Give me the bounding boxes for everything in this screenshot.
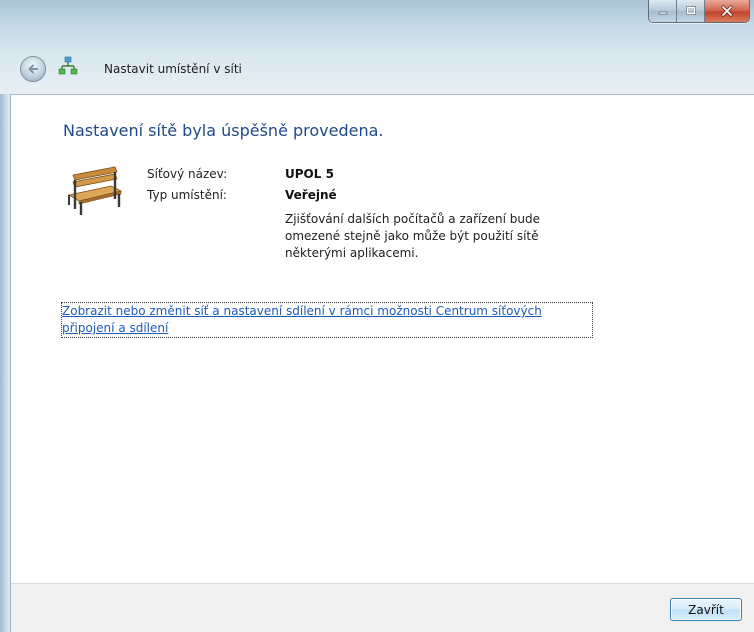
link-line: připojení a sdílení	[62, 321, 169, 335]
dialog-window: Nastavit umístění v síti Nastavení sítě …	[0, 0, 754, 632]
back-button[interactable]	[20, 56, 46, 82]
close-icon	[721, 5, 733, 17]
content-area: Nastavení sítě byla úspěšně provedena. S…	[11, 95, 754, 583]
location-type-value: Veřejné	[285, 188, 337, 202]
window-frame-left	[0, 94, 11, 632]
description-line: některými aplikacemi.	[285, 246, 419, 260]
description-line: Zjišťování dalších počítačů a zařízení b…	[285, 212, 541, 226]
location-description: Zjišťování dalších počítačů a zařízení b…	[285, 211, 585, 262]
park-bench-icon	[67, 166, 123, 215]
caption-buttons	[648, 0, 750, 23]
location-type-label: Typ umístění:	[147, 188, 227, 202]
network-icon	[58, 56, 78, 75]
minimize-button[interactable]	[649, 0, 677, 22]
title-bar: Nastavit umístění v síti	[0, 0, 754, 95]
network-name-value: UPOL 5	[285, 167, 334, 181]
page-heading: Nastavení sítě byla úspěšně provedena.	[63, 121, 384, 140]
maximize-icon	[685, 6, 696, 15]
minimize-icon	[658, 11, 667, 15]
window-title: Nastavit umístění v síti	[104, 62, 242, 76]
window-close-button[interactable]	[705, 0, 749, 22]
back-arrow-icon	[28, 64, 38, 74]
network-sharing-center-link[interactable]: Zobrazit nebo změnit síť a nastavení sdí…	[61, 302, 593, 338]
close-button[interactable]: Zavřít	[670, 598, 742, 621]
footer-bar: Zavřít	[11, 583, 754, 632]
maximize-button[interactable]	[677, 0, 705, 22]
network-name-label: Síťový název:	[147, 167, 228, 181]
link-line: Zobrazit nebo změnit síť a nastavení sdí…	[62, 304, 542, 318]
description-line: omezené stejně jako může být použití sít…	[285, 229, 539, 243]
